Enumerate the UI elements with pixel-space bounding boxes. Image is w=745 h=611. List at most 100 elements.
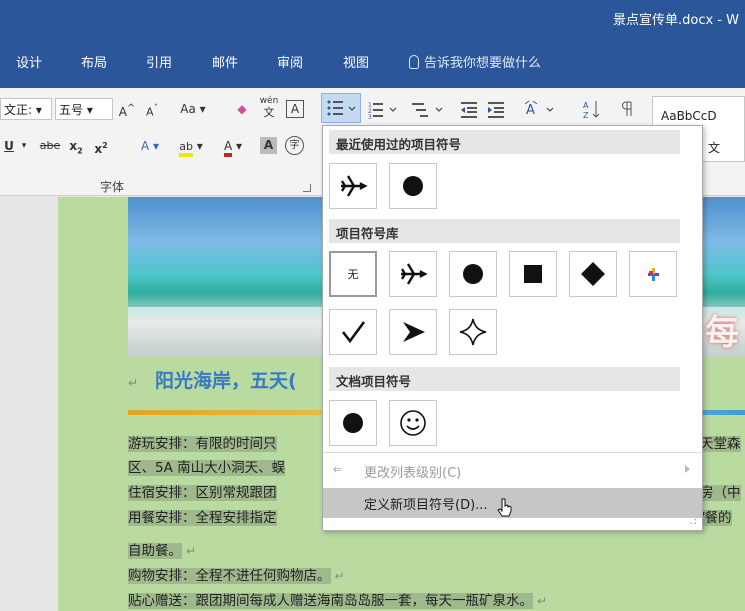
bullets-button[interactable] (321, 93, 361, 123)
font-size-value: 五号 (59, 103, 84, 117)
change-case-button[interactable]: Aa ▾ (176, 98, 210, 120)
bullet-option-airplane[interactable] (329, 163, 377, 209)
multilevel-list-button[interactable] (410, 98, 448, 120)
document-heading[interactable]: 阳光海岸，五天( (155, 366, 297, 393)
tab-mailings[interactable]: 邮件 (212, 52, 238, 71)
filled-circle-icon (463, 264, 483, 284)
doc-line-4-tail[interactable]: /餐的 (700, 510, 732, 526)
doc-line-3-tail[interactable]: 房（中 (700, 485, 741, 501)
bullet-option-circle[interactable] (449, 251, 497, 297)
doc-line-5[interactable]: 自助餐。 (128, 543, 182, 559)
style-sample-text: AaBbCcD (661, 109, 717, 123)
phonetic-guide-button[interactable]: wén 文 (258, 96, 280, 118)
style-name: 文 (708, 141, 721, 155)
define-new-bullet-label: 定义新项目符号(D)... (364, 498, 488, 513)
dialog-launcher-icon[interactable] (303, 184, 311, 192)
decrease-indent-button[interactable] (458, 98, 480, 120)
bullet-option-diamond[interactable] (569, 251, 617, 297)
tab-design[interactable]: 设计 (16, 52, 42, 71)
underline-dropdown-icon[interactable]: ▾ (19, 135, 29, 157)
character-border-button[interactable]: A (286, 100, 304, 118)
paragraph-mark: ↵ (128, 376, 139, 390)
bullet-option-star[interactable] (449, 309, 497, 355)
numbering-button[interactable]: 123 (366, 98, 402, 121)
bullet-option-none[interactable]: 无 (329, 251, 377, 297)
multilevel-list-icon (412, 103, 443, 117)
tell-me-search[interactable]: 告诉我你想要做什么 (409, 52, 541, 71)
submenu-arrow-icon (685, 465, 690, 473)
title-bar: 景点宣传单.docx - W (0, 0, 745, 34)
font-size-combo[interactable]: 五号 ▾ (55, 98, 113, 120)
doc-line-1[interactable]: 游玩安排：有限的时间只 (128, 436, 277, 452)
tab-references[interactable]: 引用 (146, 52, 172, 71)
resize-grip-icon[interactable]: .: (689, 516, 698, 527)
tab-layout[interactable]: 布局 (81, 52, 107, 71)
tab-view[interactable]: 视图 (343, 52, 369, 71)
highlight-label: ab (179, 140, 193, 157)
window-title: 景点宣传单.docx - W (613, 13, 739, 28)
underline-label: U (4, 139, 14, 153)
doc-line-3[interactable]: 住宿安排：区别常规跟团 (128, 485, 277, 501)
chinese-layout-button[interactable]: A (523, 98, 559, 120)
smiley-icon (400, 410, 426, 436)
font-color-button[interactable]: A ▾ (216, 135, 250, 157)
bullet-option-colored-cross[interactable] (629, 251, 677, 297)
underline-button[interactable]: U (2, 135, 16, 157)
change-list-level-label: 更改列表级别(C) (364, 466, 462, 481)
bullet-option-smiley[interactable] (389, 400, 437, 446)
pilcrow-icon (622, 101, 632, 116)
sort-icon: AZ (583, 101, 600, 120)
doc-line-7[interactable]: 贴心赠送：跟团期间每成人赠送海南岛岛服一套，每天一瓶矿泉水。 (128, 593, 533, 609)
bullet-option-airplane[interactable] (389, 251, 437, 297)
shrink-font-button[interactable]: Aˇ (143, 98, 161, 120)
tab-review[interactable]: 审阅 (277, 52, 303, 71)
increase-indent-button[interactable] (485, 98, 507, 120)
doc-line-2[interactable]: 区、5A 南山大小洞天、蜈 (128, 460, 286, 476)
enclose-characters-label: 字 (289, 140, 300, 151)
doc-line-1-tail[interactable]: 天堂森 (700, 436, 741, 452)
enclose-characters-button[interactable]: 字 (285, 136, 304, 155)
subscript-label: x (69, 139, 78, 153)
increase-indent-icon (488, 102, 504, 118)
subscript-button[interactable]: x2 (68, 135, 84, 157)
bullet-option-circle[interactable] (329, 400, 377, 446)
clear-format-icon[interactable]: ◆ (233, 98, 251, 120)
list-level-icon: ⇐ (333, 463, 343, 476)
bullet-library-menu: 最近使用过的项目符号 项目符号库 无 文档项目符号 ⇐ 更改列表级别(C) 定义… (322, 125, 703, 531)
bullet-library-header: 项目符号库 (329, 219, 680, 243)
change-case-label: Aa (180, 102, 196, 116)
change-list-level-item[interactable]: ⇐ 更改列表级别(C) (323, 456, 702, 486)
paragraph-mark: ↵ (537, 594, 548, 608)
filled-circle-icon (343, 413, 363, 433)
grow-font-button[interactable]: A^ (118, 98, 136, 120)
filled-circle-icon (403, 176, 423, 196)
filled-diamond-icon (581, 262, 605, 286)
grow-font-label: A (118, 105, 127, 119)
highlight-color-button[interactable]: ab ▾ (171, 135, 211, 157)
bullet-option-square[interactable] (509, 251, 557, 297)
show-formatting-marks-button[interactable] (617, 98, 637, 120)
font-name-combo[interactable]: 文正: ▾ (0, 98, 52, 120)
tell-me-text: 告诉我你想要做什么 (424, 56, 542, 71)
arrowhead-icon (403, 322, 425, 342)
sort-button[interactable]: AZ (581, 98, 603, 120)
svg-text:A: A (526, 103, 535, 118)
character-shading-label: A (263, 138, 274, 152)
lightbulb-icon (409, 55, 419, 69)
bullet-option-checkmark[interactable] (329, 309, 377, 355)
strikethrough-button[interactable]: abe (37, 135, 63, 157)
character-shading-button[interactable]: A (260, 137, 277, 154)
superscript-button[interactable]: x2 (93, 135, 109, 157)
paragraph-mark: ↵ (186, 544, 197, 558)
doc-line-6[interactable]: 购物安排：全程不进任何购物店。 (128, 568, 331, 584)
bullet-option-circle[interactable] (389, 163, 437, 209)
svg-text:3: 3 (368, 114, 372, 120)
ribbon-tabs: 设计 布局 引用 邮件 审阅 视图 告诉我你想要做什么 (0, 34, 745, 88)
text-effects-button[interactable]: A ▾ (133, 135, 167, 157)
none-label: 无 (347, 268, 359, 281)
document-bullets-header: 文档项目符号 (329, 367, 680, 391)
mouse-pointer-icon (497, 498, 512, 517)
doc-line-4[interactable]: 用餐安排：全程安排指定 (128, 510, 277, 526)
superscript-label: x (94, 142, 103, 156)
bullet-option-arrowhead[interactable] (389, 309, 437, 355)
